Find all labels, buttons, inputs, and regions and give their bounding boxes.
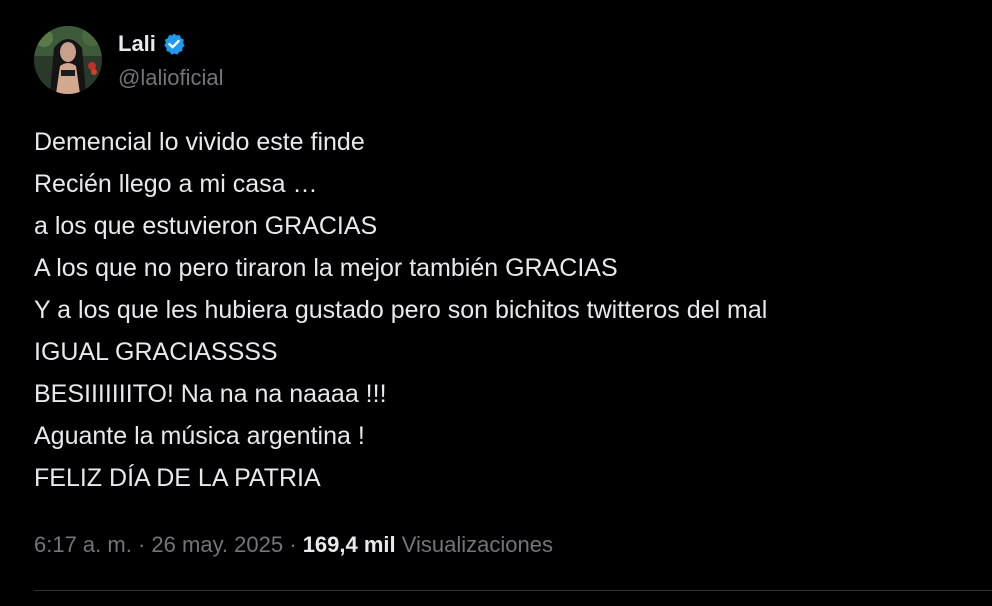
tweet-line: FELIZ DÍA DE LA PATRIA	[34, 464, 321, 492]
tweet-card: Lali @lalioficial Demencial lo vivido es…	[0, 0, 992, 606]
tweet-line: Recién llego a mi casa …	[34, 170, 318, 198]
tweet-text: Demencial lo vivido este finde Recién ll…	[34, 121, 974, 499]
tweet-line: Y a los que les hubiera gustado pero son…	[34, 296, 768, 324]
tweet-line: a los que estuvieron GRACIAS	[34, 212, 378, 240]
tweet-line: Aguante la música argentina !	[34, 422, 365, 450]
author-display-name[interactable]: Lali	[118, 30, 156, 58]
tweet-line: A los que no pero tiraron la mejor tambi…	[34, 254, 618, 282]
tweet-line: IGUAL GRACIASSSS	[34, 338, 278, 366]
author-name-row[interactable]: Lali	[118, 30, 186, 58]
tweet-time[interactable]: 6:17 a. m.	[34, 532, 132, 557]
meta-separator: ·	[137, 532, 146, 557]
tweet-line: BESIIIIIIITO! Na na na naaaa !!!	[34, 380, 387, 408]
tweet-date[interactable]: 26 may. 2025	[151, 532, 283, 557]
tweet-meta: 6:17 a. m. · 26 may. 2025 · 169,4 mil Vi…	[34, 530, 553, 560]
meta-separator: ·	[289, 532, 297, 557]
avatar[interactable]	[34, 26, 102, 94]
author-handle[interactable]: @lalioficial	[118, 64, 223, 92]
verified-badge-icon	[162, 32, 186, 56]
tweet-line: Demencial lo vivido este finde	[34, 128, 365, 156]
avatar-image	[34, 26, 102, 94]
views-count: 169,4 mil	[302, 532, 396, 557]
divider	[34, 590, 992, 591]
views-label: Visualizaciones	[401, 532, 554, 557]
